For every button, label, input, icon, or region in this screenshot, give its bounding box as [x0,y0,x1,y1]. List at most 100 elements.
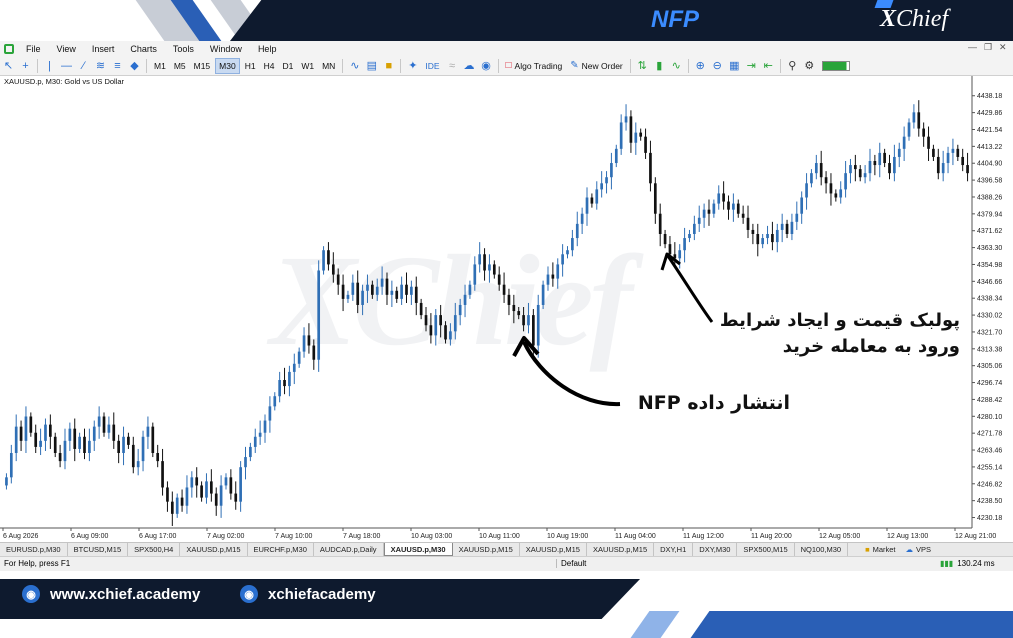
chart-tab[interactable]: XAUUSD.p,M15 [520,543,587,556]
wireless-icon[interactable]: ≈ [444,58,461,74]
menu-tools[interactable]: Tools [165,44,202,54]
candle-body [795,213,799,222]
candle-body [702,209,706,218]
vps-tab[interactable]: ☁ VPS [901,543,937,556]
chart-tabs: EURUSD.p,M30 BTCUSD,M15 SPX500,H4 XAUUSD.p,… [0,542,1013,556]
chart-tab[interactable]: XAUUSD.p,M15 [587,543,655,556]
time-tick-label: 7 Aug 02:00 [207,533,244,540]
chart-tab[interactable]: AUDCAD.p,Daily [314,543,384,556]
candle-body [551,274,555,279]
chart-area[interactable]: XChief 4438.18 4429.86 4421.54 4413.22 4404.… [0,76,1013,542]
grid-icon[interactable]: ▦ [726,58,743,74]
menu-window[interactable]: Window [202,44,250,54]
chart-shift-icon[interactable]: ⇤ [760,58,777,74]
timeframe-m5[interactable]: M5 [171,59,189,73]
chart-tab[interactable]: EURCHF.p,M30 [248,543,314,556]
ide-button[interactable]: IDE [421,61,443,71]
chart-tab[interactable]: NQ100,M30 [795,543,849,556]
menu-insert[interactable]: Insert [84,44,123,54]
timeframe-m15[interactable]: M15 [191,59,214,73]
timeframe-w1[interactable]: W1 [298,59,317,73]
market-label: Market [872,545,896,554]
chart-tab[interactable]: SPX500,M15 [737,543,795,556]
candle-body [951,148,955,153]
templates-icon[interactable]: ▤ [363,58,380,74]
timeframe-h4[interactable]: H4 [261,59,278,73]
candle-body [693,223,696,234]
cloud-icon[interactable]: ☁ [461,58,478,74]
candle-body [419,302,423,316]
candle-body [936,156,940,174]
candle-chart-icon[interactable]: ▮ [651,58,668,74]
close-icon[interactable]: ✕ [999,42,1007,53]
search-icon[interactable]: ⚲ [784,58,801,74]
fibonacci-icon[interactable]: ≡ [109,58,126,74]
candle-body [492,264,496,275]
candle-body [449,331,452,340]
algo-trading-button[interactable]: □ Algo Trading [502,60,567,71]
chart-tab[interactable]: DXY,M30 [693,543,738,556]
crosshair-icon[interactable]: + [17,58,34,74]
new-order-button[interactable]: ✎ New Order [566,60,626,71]
candle-body [946,152,950,164]
candle-body [688,234,691,239]
chart-tab[interactable]: XAUUSD.p,M15 [453,543,520,556]
candle-body [780,223,784,230]
indicators-icon[interactable]: ∿ [346,58,363,74]
timeframe-mn[interactable]: MN [319,59,338,73]
chart-tab[interactable]: XAUUSD.p,M15 [180,543,248,556]
chart-tab[interactable]: XAUUSD.p,M30 [383,543,453,556]
candle-body [488,264,491,271]
minimize-icon[interactable]: — [968,42,977,52]
candle-body [571,238,574,251]
status-connection[interactable]: ▮▮▮ 130.24 ms [940,559,995,568]
settings-icon[interactable]: ⚙ [801,58,818,74]
candle-body [224,477,228,486]
menu-view[interactable]: View [49,44,84,54]
menu-charts[interactable]: Charts [122,44,165,54]
bar-chart-icon[interactable]: ⇅ [634,58,651,74]
horizontal-line-icon[interactable]: — [58,58,75,74]
autoscroll-icon[interactable]: ⇥ [743,58,760,74]
candle-body [463,294,467,305]
timeframe-h1[interactable]: H1 [242,59,259,73]
shapes-icon[interactable]: ◆ [126,58,143,74]
chart-tab[interactable]: BTCUSD,M15 [68,543,129,556]
channel-icon[interactable]: ≋ [92,58,109,74]
chart-tab[interactable]: EURUSD.p,M30 [0,543,68,556]
menu-file[interactable]: File [18,44,49,54]
time-tick-label: 11 Aug 20:00 [751,533,792,540]
signals-icon[interactable]: ■ [380,58,397,74]
zoom-out-icon[interactable]: ⊖ [709,58,726,74]
candle-body [146,426,150,437]
vertical-line-icon[interactable]: | [41,58,58,74]
trendline-icon[interactable]: ∕ [75,58,92,74]
candle-body [819,163,823,178]
annotation-nfp: انتشار داده NFP [637,392,790,414]
toolbar-separator [400,58,402,73]
market-tab[interactable]: ■ Market [860,543,900,556]
menu-help[interactable]: Help [250,44,285,54]
instagram-contact[interactable]: ◉ xchiefacademy [240,585,376,603]
candle-body [507,294,511,305]
zoom-in-icon[interactable]: ⊕ [692,58,709,74]
expert-icon[interactable]: ✦ [404,58,421,74]
price-tick-label: 4238.50 [977,498,1002,505]
status-profile[interactable]: Default [556,559,586,568]
candle-body [68,428,72,441]
cursor-icon[interactable]: ↖ [0,58,17,74]
time-tick-label: 10 Aug 11:00 [479,533,520,540]
line-chart-icon[interactable]: ∿ [668,58,685,74]
timeframe-d1[interactable]: D1 [279,59,296,73]
candle-body [858,169,862,178]
market-icon[interactable]: ◉ [478,58,495,74]
chart-tab[interactable]: DXY,H1 [654,543,694,556]
timeframe-m1[interactable]: M1 [151,59,169,73]
timeframe-m30[interactable]: M30 [215,57,240,74]
chart-tab[interactable]: SPX500,H4 [128,543,181,556]
candle-body [92,426,96,441]
price-tick-label: 4371.62 [977,228,1002,235]
globe-icon: ◉ [22,585,40,603]
website-contact[interactable]: ◉ www.xchief.academy [22,585,200,603]
restore-icon[interactable]: ❐ [984,42,992,53]
